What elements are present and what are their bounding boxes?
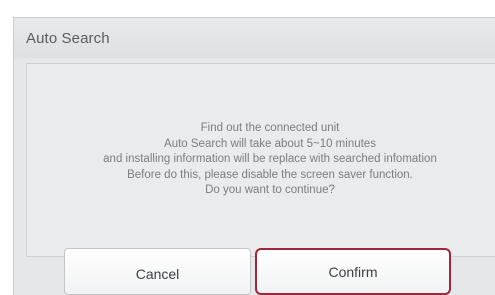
cancel-button[interactable]: Cancel (64, 248, 251, 295)
confirm-button[interactable]: Confirm (255, 248, 451, 295)
message-panel: Find out the connected unit Auto Search … (26, 63, 495, 257)
dialog-title: Auto Search (26, 30, 110, 47)
dialog-titlebar: Auto Search (14, 18, 495, 58)
dialog-message: Find out the connected unit Auto Search … (15, 121, 495, 199)
message-line-5: Do you want to continue? (205, 184, 335, 196)
message-line-4: Before do this, please disable the scree… (127, 168, 413, 181)
message-line-3: and installing information will be repla… (103, 153, 437, 165)
message-line-2: Auto Search will take about 5~10 minutes (164, 137, 376, 150)
message-line-1: Find out the connected unit (200, 122, 340, 134)
